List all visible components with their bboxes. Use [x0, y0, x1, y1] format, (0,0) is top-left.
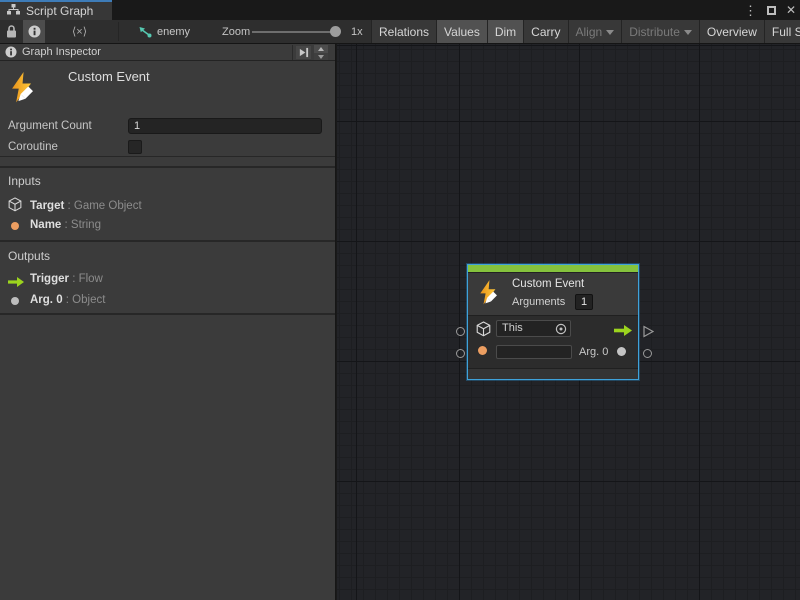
relations-button[interactable]: Relations: [371, 20, 436, 43]
dim-button[interactable]: Dim: [487, 20, 523, 43]
align-dropdown[interactable]: Align: [568, 20, 622, 43]
node-body: This Arg. 0: [468, 316, 638, 368]
distribute-dropdown[interactable]: Distribute: [621, 20, 699, 43]
chevron-down-icon: [606, 30, 614, 35]
output-row-arg0: Arg. 0 : Object: [30, 294, 105, 306]
full-screen-button[interactable]: Full Screen: [764, 20, 800, 43]
zoom-value: 1x: [351, 20, 363, 43]
node-accent-bar: [468, 265, 638, 273]
node-title: Custom Event: [512, 278, 584, 290]
window-close-icon[interactable]: ✕: [786, 4, 796, 16]
dock-panel-icon[interactable]: [296, 46, 311, 59]
zoom-slider-track[interactable]: [252, 31, 336, 33]
custom-event-icon: [478, 280, 500, 310]
graph-inspector-panel: Graph Inspector Custom Event Argument Co…: [0, 44, 336, 600]
toolbar-buttons: Relations Values Dim Carry Align Distrib…: [371, 20, 800, 43]
graph-reference[interactable]: enemy: [138, 20, 190, 43]
tab-script-graph[interactable]: Script Graph: [0, 0, 112, 20]
argument-count-input[interactable]: 1: [128, 118, 322, 134]
name-input-port[interactable]: [478, 346, 487, 355]
game-object-cube-icon: [8, 197, 22, 217]
string-port-dot-icon: [11, 222, 19, 230]
values-button[interactable]: Values: [436, 20, 487, 43]
target-object-dropdown[interactable]: This: [496, 320, 571, 337]
carry-button[interactable]: Carry: [523, 20, 567, 43]
event-title: Custom Event: [68, 69, 150, 84]
inspector-toggle-button[interactable]: [23, 20, 45, 43]
node-arg0-label: Arg. 0: [579, 346, 608, 358]
object-port-dot-icon: [11, 297, 19, 305]
panel-spinner[interactable]: [314, 45, 328, 60]
info-icon: [28, 25, 41, 38]
window-menu-icon[interactable]: ⋮: [744, 4, 757, 17]
custom-event-node[interactable]: Custom Event Arguments 1 This: [467, 264, 639, 380]
zoom-label: Zoom: [222, 20, 250, 43]
output-row-trigger: Trigger : Flow: [30, 273, 103, 285]
coroutine-checkbox[interactable]: [128, 140, 142, 154]
node-arguments-stepper[interactable]: 1: [575, 294, 593, 310]
lock-icon[interactable]: [6, 20, 17, 43]
inputs-section-title: Inputs: [8, 174, 41, 188]
target-external-port[interactable]: [456, 327, 465, 336]
tab-title: Script Graph: [26, 4, 93, 18]
trigger-flow-arrow-icon[interactable]: [614, 323, 632, 341]
node-footer: [468, 368, 638, 379]
name-input-field[interactable]: [496, 345, 572, 359]
coroutine-label: Coroutine: [8, 141, 58, 153]
arg0-output-port[interactable]: [617, 347, 626, 356]
spinner-up-icon[interactable]: [314, 45, 328, 53]
input-row-name: Name : String: [30, 219, 101, 231]
object-picker-icon[interactable]: [555, 323, 567, 340]
outputs-section-title: Outputs: [8, 249, 50, 263]
overview-button[interactable]: Overview: [699, 20, 764, 43]
graph-inspector-header: Graph Inspector: [0, 44, 335, 61]
tab-bar: Script Graph ⋮ ✕: [0, 0, 800, 20]
input-row-target: Target : Game Object: [30, 200, 142, 212]
graph-name: enemy: [157, 26, 190, 38]
zoom-slider-handle[interactable]: [330, 26, 341, 37]
inspector-title: Graph Inspector: [22, 46, 101, 58]
trigger-external-port[interactable]: [643, 325, 654, 343]
spinner-down-icon[interactable]: [314, 53, 328, 60]
node-header[interactable]: Custom Event Arguments 1: [468, 273, 638, 316]
info-icon: [5, 46, 17, 58]
graph-toolbar: ⟨×⟩ enemy Zoom 1x Relations Values Dim C…: [0, 20, 800, 44]
chevron-down-icon: [684, 30, 692, 35]
flow-arrow-icon: [8, 274, 24, 292]
game-object-cube-icon: [476, 321, 491, 342]
node-arguments-label: Arguments: [512, 296, 565, 308]
graph-hierarchy-icon: [7, 4, 20, 18]
argument-count-label: Argument Count: [8, 120, 92, 132]
code-view-icon[interactable]: ⟨×⟩: [72, 20, 87, 43]
script-graph-asset-icon: [138, 26, 152, 38]
custom-event-icon: [9, 72, 37, 108]
arg0-external-port[interactable]: [643, 349, 652, 358]
window-maximize-icon[interactable]: [767, 6, 776, 15]
name-external-port[interactable]: [456, 349, 465, 358]
